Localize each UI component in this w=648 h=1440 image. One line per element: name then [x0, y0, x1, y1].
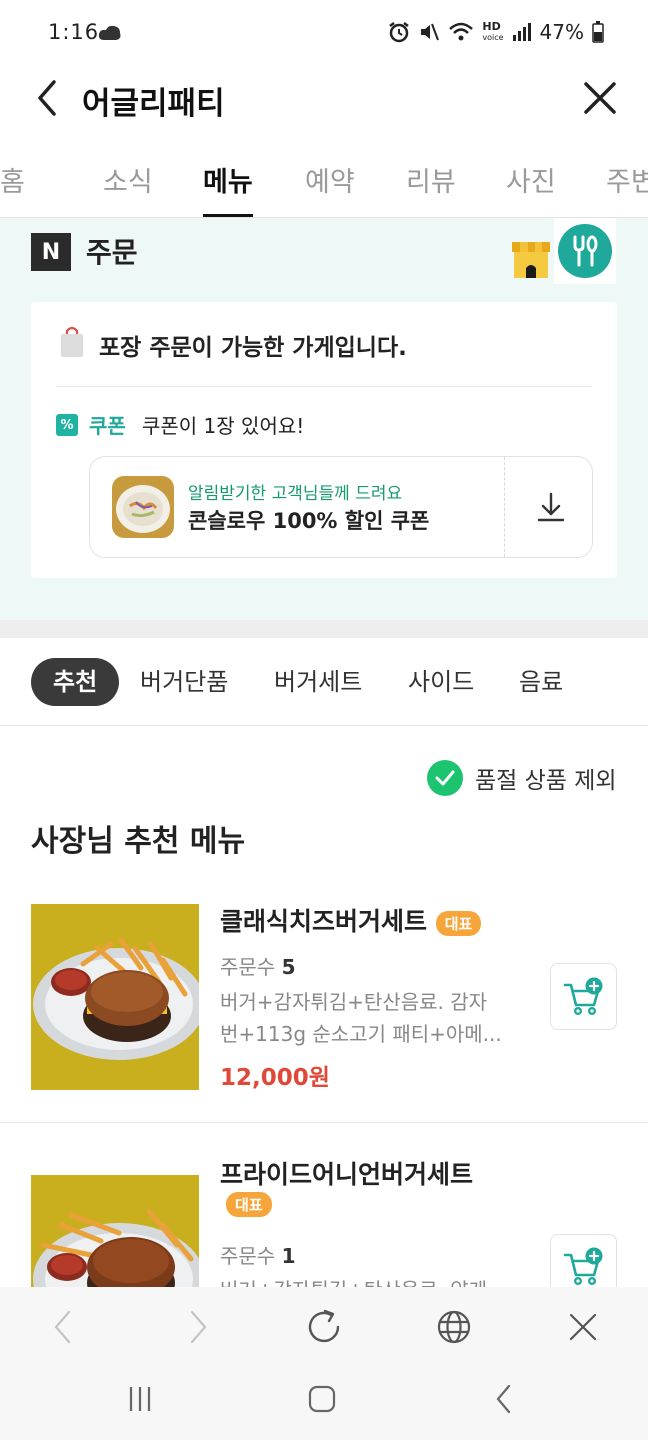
- restaurant-icon: [554, 218, 616, 284]
- divider: [0, 1122, 648, 1123]
- coupon-percent-icon: %: [56, 414, 78, 436]
- hd-voice-icon: HD voice: [482, 19, 504, 42]
- order-count-value: 5: [281, 955, 296, 979]
- status-time: 1:16: [48, 20, 100, 44]
- header: 어글리패티: [0, 64, 648, 136]
- browser-forward-button[interactable]: [178, 1307, 218, 1347]
- chevron-right-icon: [190, 1310, 207, 1344]
- signal-icon: [512, 22, 532, 42]
- recent-apps-button[interactable]: [120, 1379, 160, 1419]
- browser-close-button[interactable]: [563, 1307, 603, 1347]
- representative-badge: 대표: [226, 1192, 272, 1217]
- tab-news[interactable]: 소식: [103, 160, 153, 199]
- download-icon: [537, 492, 565, 522]
- tab-photo[interactable]: 사진: [506, 160, 556, 199]
- tab-nearby[interactable]: 주변: [606, 160, 648, 199]
- order-count-label: 주문수: [220, 1244, 276, 1268]
- page-title: 어글리패티: [82, 86, 225, 122]
- tab-review[interactable]: 리뷰: [406, 160, 456, 199]
- naver-logo: N: [31, 233, 71, 271]
- section-gap: [0, 620, 648, 638]
- burger-set-photo: [31, 904, 199, 1090]
- home-button[interactable]: [302, 1379, 342, 1419]
- shopping-bag-icon: [59, 326, 85, 358]
- exclude-soldout-toggle[interactable]: 품절 상품 제외: [427, 760, 617, 796]
- system-back-button[interactable]: [484, 1379, 524, 1419]
- badge-wrap: 대표: [226, 1192, 272, 1217]
- cart-plus-icon: [563, 977, 602, 1015]
- wifi-icon: [448, 21, 474, 43]
- battery-percent: 47%: [539, 20, 584, 44]
- cart-plus-icon: [563, 1247, 602, 1286]
- menu-item-price: 12,000원: [220, 1065, 330, 1091]
- chevron-left-icon: [496, 1384, 511, 1414]
- description-line: 버거+감자튀김+탄산음료. 감자: [220, 990, 488, 1014]
- tab-menu[interactable]: 메뉴: [203, 160, 253, 199]
- home-icon: [308, 1385, 336, 1413]
- close-icon: [584, 82, 616, 114]
- category-recommended[interactable]: 추천: [31, 658, 120, 706]
- coleslaw-image: [112, 476, 174, 538]
- reload-icon: [308, 1309, 340, 1343]
- order-card: 포장 주문이 가능한 가게입니다. % 쿠폰 쿠폰이 1장 있어요! 알림받기한…: [31, 302, 617, 578]
- browser-toolbar: [0, 1287, 648, 1440]
- close-button[interactable]: [580, 78, 620, 118]
- alarm-icon: [388, 21, 410, 43]
- category-burger-set[interactable]: 버거세트: [252, 658, 384, 706]
- divider: [56, 386, 592, 387]
- shop-icon: [508, 236, 554, 282]
- chevron-left-icon: [38, 80, 56, 116]
- mute-icon: [418, 21, 440, 43]
- tab-home[interactable]: 홈: [0, 160, 25, 199]
- order-title: 주문: [86, 236, 138, 269]
- check-icon: [427, 760, 463, 796]
- menu-category-bar: 추천 버거단품 버거세트 사이드 음료: [0, 638, 648, 726]
- category-drinks[interactable]: 음료: [497, 658, 585, 706]
- tab-reservation[interactable]: 예약: [305, 160, 355, 199]
- description-line: 번+113g 순소고기 패티+아메...: [220, 1022, 502, 1046]
- recent-apps-icon: [129, 1387, 151, 1411]
- takeout-notice: 포장 주문이 가능한 가게입니다.: [99, 335, 407, 361]
- reload-button[interactable]: [304, 1307, 344, 1347]
- representative-badge: 대표: [435, 910, 482, 936]
- open-in-browser-button[interactable]: [434, 1307, 474, 1347]
- coupon-name: 콘슬로우 100% 할인 쿠폰: [188, 509, 430, 533]
- back-button[interactable]: [28, 78, 68, 118]
- order-count: 주문수 1: [220, 1240, 295, 1269]
- menu-item-description: 버거+감자튀김+탄산음료. 감자 번+113g 순소고기 패티+아메...: [220, 986, 520, 1050]
- description-line: 버거+감자튀김+탄산음료. 양게: [220, 1274, 520, 1288]
- globe-icon: [437, 1310, 471, 1344]
- category-side[interactable]: 사이드: [386, 658, 496, 706]
- exclude-soldout-label: 품절 상품 제외: [475, 768, 617, 794]
- order-count: 주문수 5: [220, 951, 295, 980]
- category-burger-single[interactable]: 버거단품: [118, 658, 250, 706]
- order-section: N 주문 포장 주문이 가능한 가게입니다. % 쿠폰 쿠폰이 1장 있어요! …: [0, 218, 648, 620]
- coupon-subtitle: 알림받기한 고객님들께 드려요: [188, 484, 403, 504]
- menu-heading: 사장님 추천 메뉴: [31, 824, 246, 859]
- place-tabs: 홈 소식 메뉴 예약 리뷰 사진 주변: [0, 146, 648, 218]
- close-icon: [569, 1313, 597, 1341]
- battery-icon: [592, 21, 604, 43]
- add-to-cart-button[interactable]: [550, 963, 617, 1030]
- active-tab-indicator: [203, 214, 253, 217]
- status-icons: HD voice 47%: [388, 20, 604, 44]
- menu-item-name-text: 클래식치즈버거세트: [220, 907, 428, 936]
- coupon-ticket[interactable]: 알림받기한 고객님들께 드려요 콘슬로우 100% 할인 쿠폰: [89, 456, 593, 558]
- coupon-separator: [504, 457, 505, 557]
- add-to-cart-button[interactable]: [550, 1234, 617, 1287]
- fork-knife-icon: [558, 224, 612, 278]
- order-count-label: 주문수: [220, 955, 276, 979]
- coupon-count: 쿠폰이 1장 있어요!: [142, 414, 305, 438]
- cloud-icon: [98, 24, 122, 46]
- status-bar: 1:16 HD voice 47%: [0, 0, 648, 64]
- chevron-left-icon: [54, 1310, 71, 1344]
- download-coupon-button[interactable]: [536, 491, 566, 523]
- menu-item-name: 프라이드어니언버거세트: [220, 1160, 474, 1189]
- order-count-value: 1: [281, 1244, 296, 1268]
- menu-item-description: 버거+감자튀김+탄산음료. 양게: [220, 1274, 520, 1288]
- browser-back-button[interactable]: [43, 1307, 83, 1347]
- menu-item-name: 클래식치즈버거세트 대표: [220, 902, 482, 938]
- coupon-label: 쿠폰: [89, 414, 126, 438]
